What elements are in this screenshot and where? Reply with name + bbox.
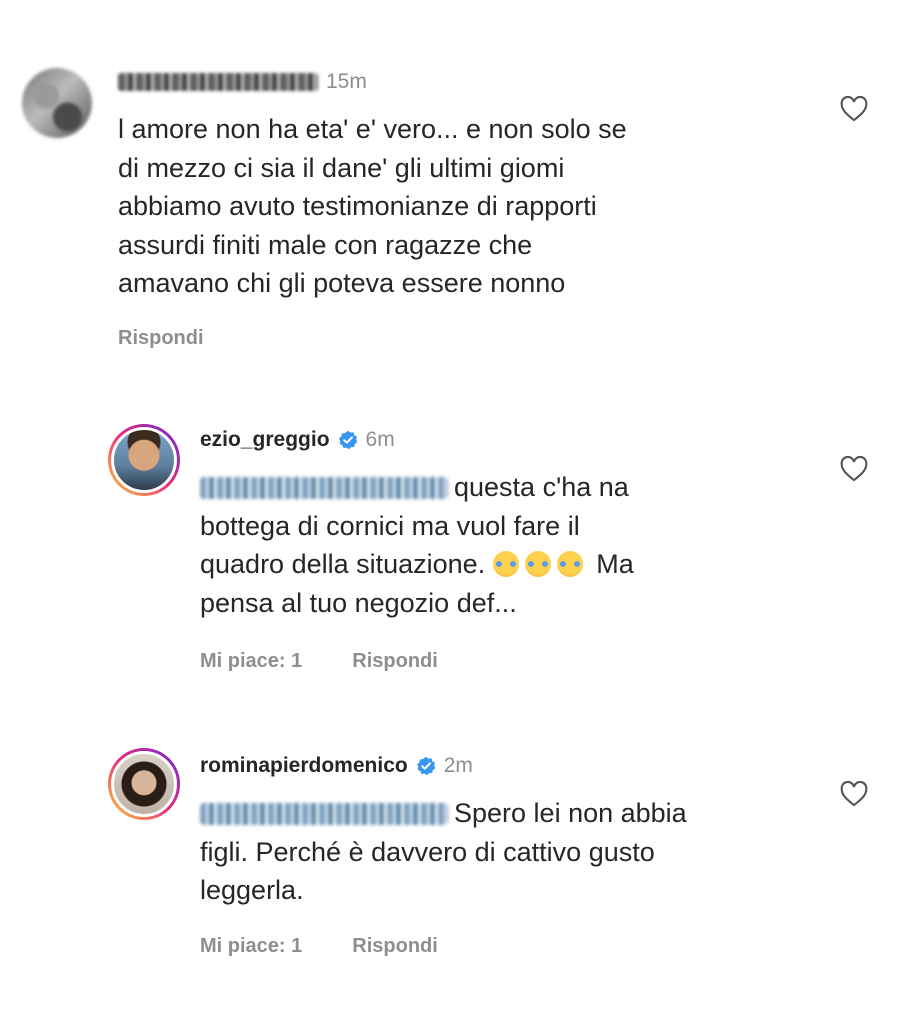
heart-outline-icon[interactable]	[840, 456, 868, 482]
mention-link[interactable]	[200, 803, 448, 825]
verified-badge-icon	[416, 756, 436, 776]
comment-line-text: Spero lei non abbia	[454, 798, 687, 828]
comment-text: questa c'ha na bottega di cornici ma vuo…	[200, 468, 634, 622]
comment-line: abbiamo avuto testimonianze di rapporti	[118, 191, 597, 221]
comment-time: 15m	[326, 70, 367, 93]
avatar-image	[111, 427, 177, 493]
comment-line: amavano chi gli poteva essere nonno	[118, 268, 566, 298]
comment-header: ezio_greggio 6m	[200, 428, 395, 452]
comment-line: pensa al tuo negozio def...	[200, 587, 517, 618]
comment-actions: Mi piace: 1 Rispondi	[200, 935, 438, 958]
comment-line: questa c'ha na	[200, 468, 634, 507]
likes-count-button[interactable]: Mi piace: 1	[200, 650, 302, 673]
reply-button[interactable]: Rispondi	[118, 327, 204, 350]
comment-line: Spero lei non abbia	[200, 794, 687, 833]
face-with-tears-of-joy-icon	[524, 551, 551, 577]
comment-line: quadro della situazione. Ma	[200, 545, 634, 584]
avatar-image	[111, 751, 177, 817]
comment-line: leggerla.	[200, 875, 304, 905]
comment-time: 2m	[443, 754, 473, 777]
comment-text: Spero lei non abbia figli. Perché è davv…	[200, 794, 687, 910]
username[interactable]: ezio_greggio	[200, 428, 330, 452]
reply-button[interactable]: Rispondi	[352, 650, 438, 673]
comment-actions: Mi piace: 1 Rispondi	[200, 650, 438, 673]
comment-line: bottega di cornici ma vuol fare il	[200, 510, 580, 541]
username[interactable]: rominapierdomenico	[200, 754, 408, 778]
comment-line-text: quadro della situazione.	[200, 549, 486, 579]
comment-header: 15m	[118, 70, 367, 94]
face-with-tears-of-joy-icon	[492, 551, 519, 577]
heart-outline-icon[interactable]	[840, 781, 868, 807]
comment-line: figli. Perché è davvero di cattivo gusto	[200, 836, 655, 867]
comment-time: 6m	[365, 428, 395, 451]
verified-badge-icon	[338, 430, 357, 450]
comment-line: assurdi finiti male con ragazze che	[118, 229, 533, 260]
comment-actions: Rispondi	[118, 327, 204, 350]
likes-count-button[interactable]: Mi piace: 1	[200, 935, 302, 958]
heart-outline-icon[interactable]	[840, 96, 868, 122]
comment-line: di mezzo ci sia il dane' gli ultimi giom…	[118, 152, 565, 183]
comment-line-text: questa c'ha na	[454, 472, 629, 502]
comment-line-text: Ma	[596, 549, 634, 579]
comment-header: rominapierdomenico 2m	[200, 754, 473, 778]
avatar[interactable]	[22, 68, 92, 138]
comment-text: l amore non ha eta' e' vero... e non sol…	[118, 110, 627, 303]
mention-link[interactable]	[200, 477, 448, 499]
avatar[interactable]	[108, 424, 180, 496]
comment-line: l amore non ha eta' e' vero... e non sol…	[118, 114, 627, 144]
avatar[interactable]	[108, 748, 180, 820]
face-with-tears-of-joy-icon	[556, 551, 583, 577]
reply-button[interactable]: Rispondi	[352, 935, 438, 958]
username-blurred[interactable]	[118, 73, 318, 91]
